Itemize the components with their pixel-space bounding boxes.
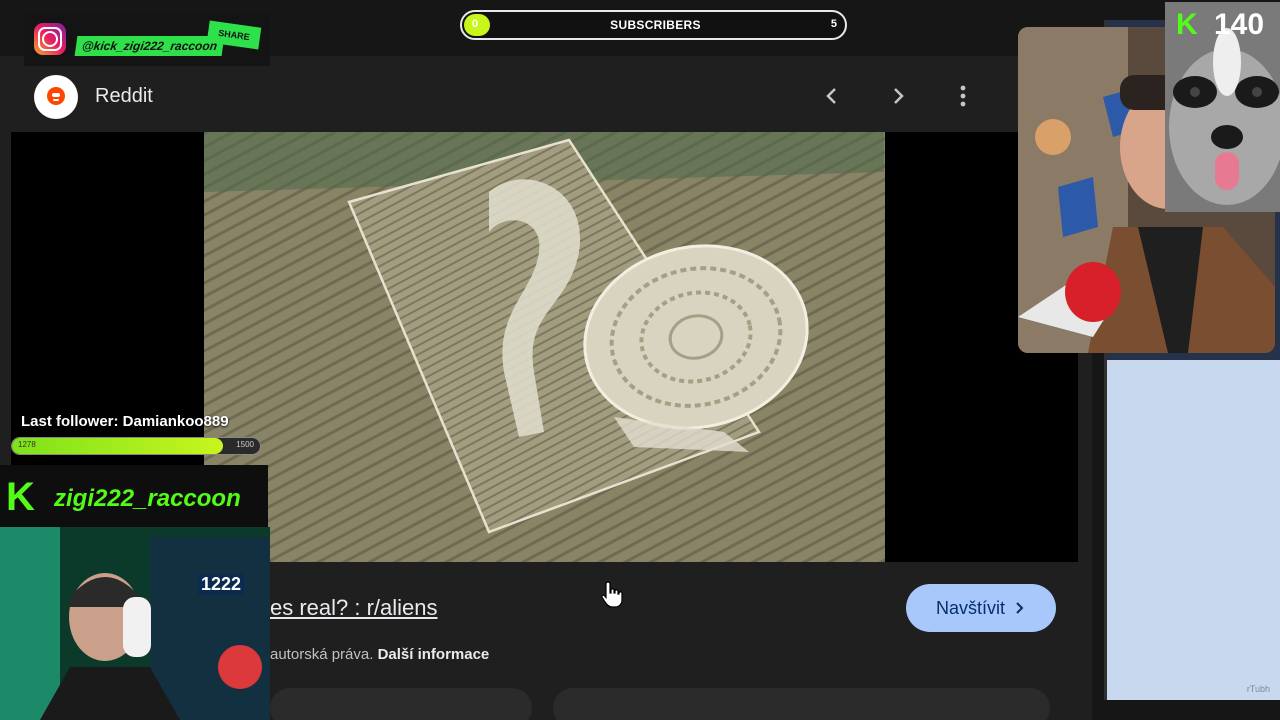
previous-image-button[interactable]: [816, 80, 848, 112]
reddit-logo-icon[interactable]: [34, 75, 78, 119]
subscriber-goal: 5: [830, 18, 837, 30]
stream-screen: rTubh Reddit es real?: r/aliens Navštív…: [0, 0, 1280, 720]
chevron-right-icon: [1016, 602, 1024, 614]
more-options-button[interactable]: [947, 80, 979, 112]
copyright-notice: autorská práva. Další informace: [270, 646, 489, 663]
led-display: 1222: [198, 574, 245, 595]
instagram-icon: [34, 23, 66, 55]
kick-channel-banner: K zigi222_raccoon: [0, 465, 268, 527]
kick-channel-name: zigi222_raccoon: [54, 485, 241, 512]
copyright-text: autorská práva.: [270, 646, 374, 663]
last-follower-label: Last follower: Damiankoo889: [21, 413, 229, 430]
crop-circle-image[interactable]: [204, 132, 885, 562]
viewer-header: Reddit: [0, 56, 1092, 132]
follower-goal-fill: [12, 438, 223, 454]
more-vert-icon: [960, 85, 966, 107]
streamer-webcam: [0, 527, 270, 720]
follower-goal-current: 1278: [18, 440, 36, 449]
share-label: SHARE: [217, 27, 251, 43]
chevron-right-icon: [894, 88, 904, 104]
result-title-link[interactable]: es real? : r/aliens: [270, 595, 438, 621]
more-info-link[interactable]: Další informace: [378, 646, 490, 663]
chevron-left-icon: [826, 88, 836, 104]
instagram-overlay: @kick_zigi222_raccoon SHARE: [24, 14, 270, 66]
subscriber-label: SUBSCRIBERS: [610, 18, 701, 32]
next-image-button[interactable]: [882, 80, 914, 112]
follower-goal-target: 1500: [236, 440, 254, 449]
site-name[interactable]: Reddit: [95, 85, 153, 108]
hand-cursor-icon: [601, 581, 623, 608]
kick-viewers-icon: K: [1176, 8, 1198, 41]
related-button-left[interactable]: [270, 688, 532, 720]
subscriber-goal-bar: 0 SUBSCRIBERS 5: [460, 10, 847, 40]
instagram-handle: @kick_zigi222_raccoon: [74, 36, 225, 56]
visit-button[interactable]: Navštívit: [906, 584, 1056, 632]
kick-viewer-count: 140: [1214, 8, 1265, 41]
kick-logo-icon: K: [6, 475, 35, 519]
visit-button-label: Navštívit: [935, 598, 1005, 618]
watermark: rTubh: [1246, 684, 1270, 694]
follower-goal-bar: 1278 1500: [11, 437, 261, 455]
related-button-right[interactable]: [553, 688, 1050, 720]
